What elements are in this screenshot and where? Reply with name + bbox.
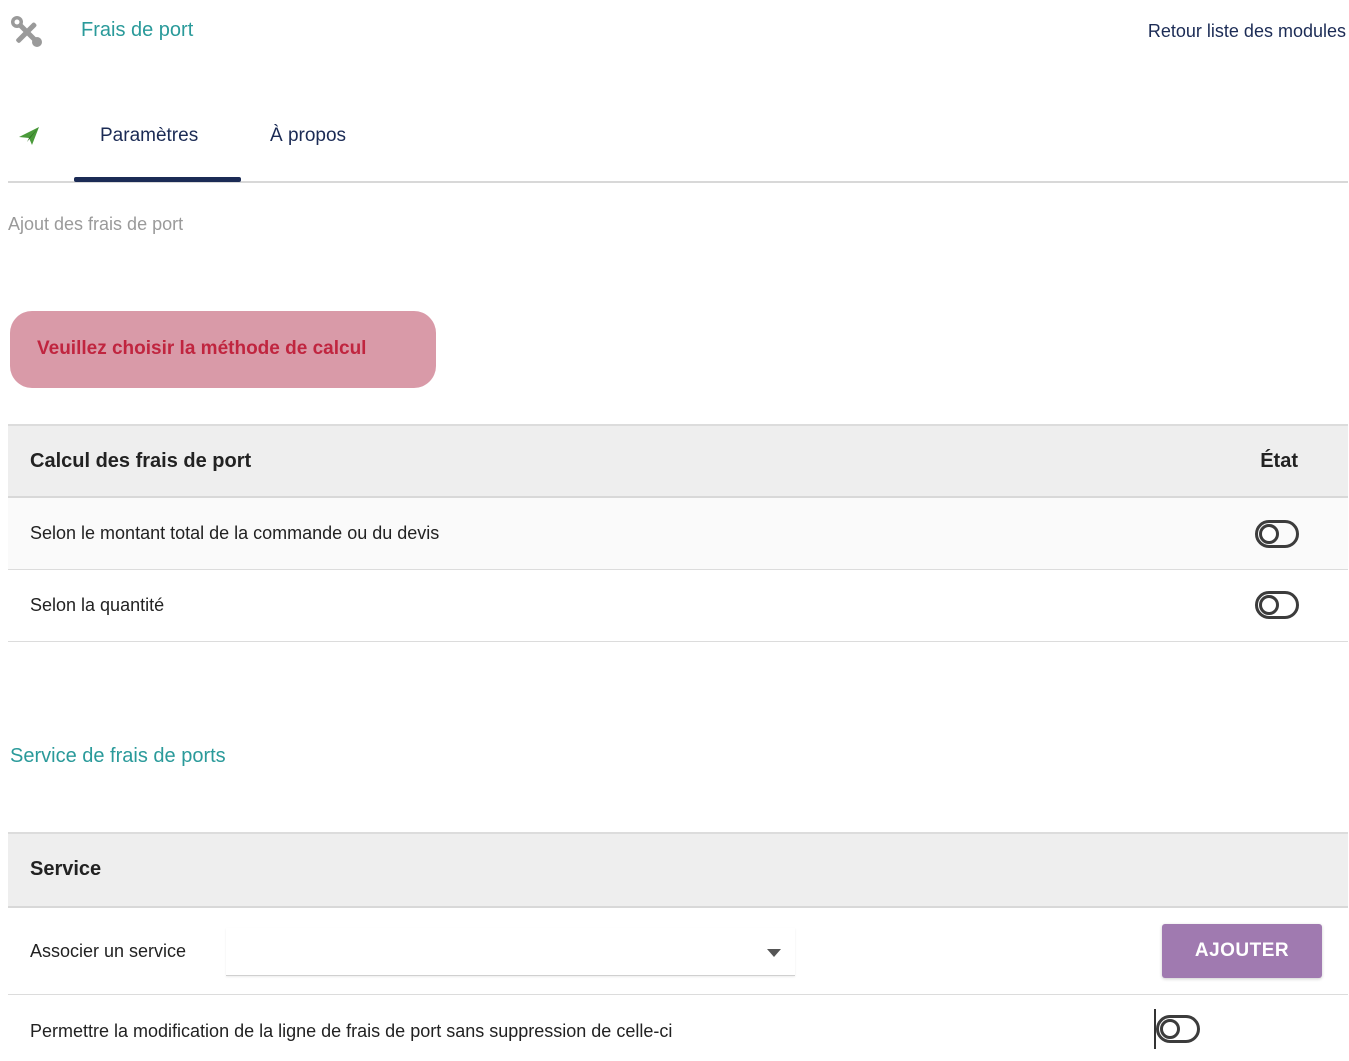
table-row: Selon la quantité xyxy=(8,570,1348,642)
active-tab-indicator xyxy=(74,177,241,182)
modify-line-label: Permettre la modification de la ligne de… xyxy=(30,1021,673,1041)
tab-bar: Paramètres À propos xyxy=(8,100,1348,183)
add-service-button[interactable]: AJOUTER xyxy=(1162,924,1322,978)
toggle-modify-line[interactable] xyxy=(1156,1015,1200,1043)
toggle-montant-total[interactable] xyxy=(1255,520,1299,548)
associate-service-row: Associer un service AJOUTER xyxy=(8,908,1348,995)
calculation-table: Calcul des frais de port État Selon le m… xyxy=(8,424,1348,642)
table-header-row: Calcul des frais de port État xyxy=(8,424,1348,498)
tools-icon xyxy=(9,14,45,50)
service-select[interactable] xyxy=(226,928,795,976)
service-section-title: Service de frais de ports xyxy=(10,745,226,767)
back-to-modules-link[interactable]: Retour liste des modules xyxy=(1148,21,1346,42)
top-bar: Frais de port Retour liste des modules xyxy=(0,0,1349,64)
toggle-quantite[interactable] xyxy=(1255,591,1299,619)
table-row: Selon le montant total de la commande ou… xyxy=(8,498,1348,570)
table-header-etat: État xyxy=(1260,450,1298,472)
alert-text: Veuillez choisir la méthode de calcul xyxy=(37,338,367,359)
calc-method-label: Selon la quantité xyxy=(30,595,165,615)
section-label: Ajout des frais de port xyxy=(8,214,184,234)
module-title: Frais de port xyxy=(81,19,194,41)
table-header-row: Service xyxy=(8,832,1348,908)
tab-parametres[interactable]: Paramètres xyxy=(100,125,198,147)
alert-message: Veuillez choisir la méthode de calcul xyxy=(10,311,436,388)
table-header-service: Service xyxy=(30,858,102,880)
calc-method-label: Selon le montant total de la commande ou… xyxy=(30,523,440,543)
service-table: Service Associer un service AJOUTER Perm… xyxy=(8,832,1348,1061)
dropdown-arrow-icon[interactable] xyxy=(767,949,781,957)
paper-plane-icon[interactable] xyxy=(17,124,41,148)
modify-line-row: Permettre la modification de la ligne de… xyxy=(8,995,1348,1061)
associate-service-label: Associer un service xyxy=(30,941,187,961)
table-header-calcul: Calcul des frais de port xyxy=(30,450,252,472)
tab-a-propos[interactable]: À propos xyxy=(270,125,346,147)
